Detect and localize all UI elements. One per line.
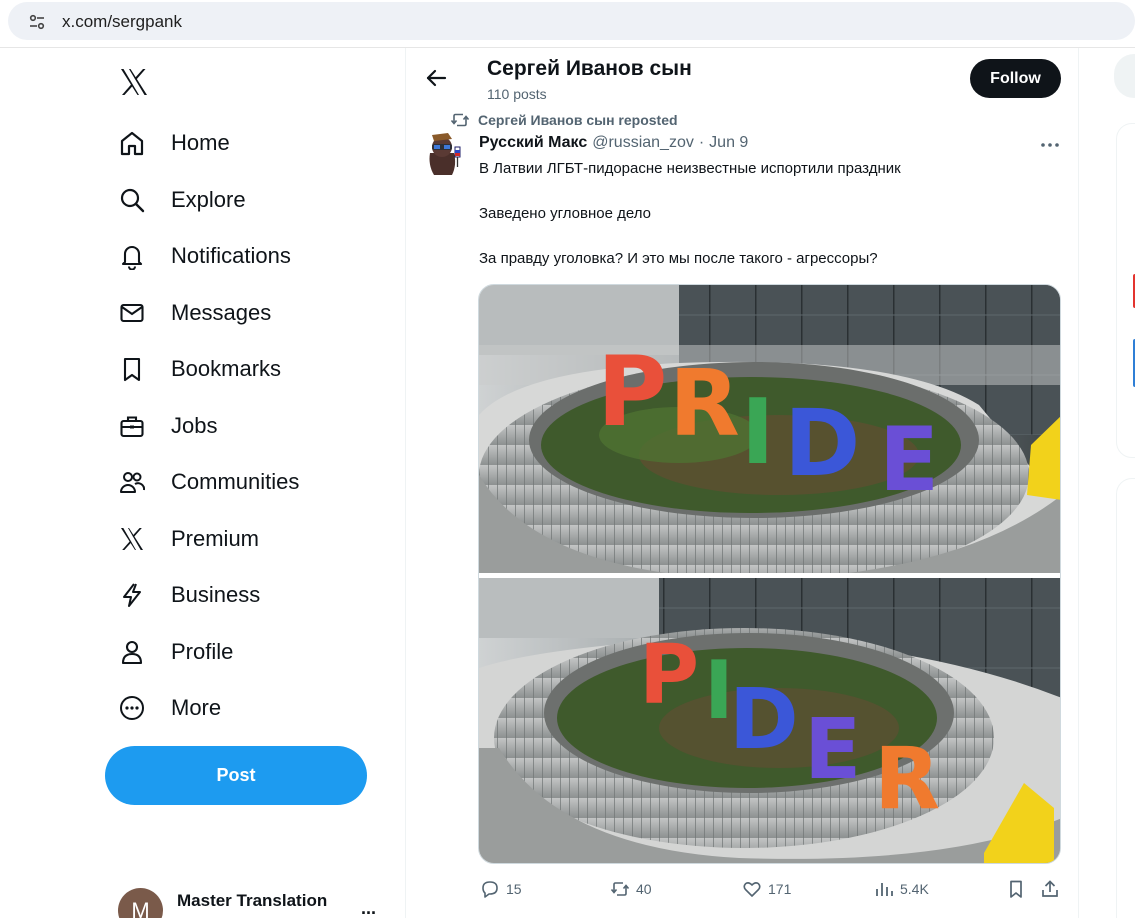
nav-jobs-label: Jobs xyxy=(171,413,218,438)
bookmark-icon xyxy=(123,357,141,382)
people-icon xyxy=(120,472,146,493)
photo-top: P R I D E xyxy=(479,285,1060,585)
media-letter: R xyxy=(874,729,940,829)
nav-profile[interactable]: Profile xyxy=(104,627,247,677)
x-logo-icon xyxy=(121,528,143,550)
nav-messages-label: Messages xyxy=(171,300,272,325)
nav-notifications-label: Notifications xyxy=(171,243,291,268)
media-letter: E xyxy=(804,700,861,798)
media-letter: P xyxy=(597,336,667,448)
tweet-date[interactable]: Jun 9 xyxy=(709,134,748,152)
bookmark-icon xyxy=(1010,880,1022,898)
media-letter: E xyxy=(879,408,939,511)
share-icon xyxy=(1042,880,1058,897)
browser-address-bar: x.com/sergpank xyxy=(0,0,1135,48)
media-letter: R xyxy=(669,350,740,457)
nav-more[interactable]: More xyxy=(104,683,235,733)
nav-communities-label: Communities xyxy=(171,469,300,494)
reply-count: 15 xyxy=(506,881,522,897)
media-letter: I xyxy=(741,380,775,485)
author-avatar[interactable] xyxy=(424,131,466,179)
url-text[interactable]: x.com/sergpank xyxy=(62,12,182,32)
avatar: M xyxy=(118,888,163,918)
post-count: 110 posts xyxy=(487,86,547,102)
repost-label: Сергей Иванов сын reposted xyxy=(478,112,678,128)
tweet-header: Русский Макс @russian_zov · Jun 9 xyxy=(479,134,748,156)
sidebar-card xyxy=(1116,123,1135,458)
nav-messages[interactable]: Messages xyxy=(104,288,285,338)
tweet-text-line: Заведено угловное дело xyxy=(479,205,651,222)
nav-business[interactable]: Business xyxy=(104,570,274,620)
bookmark-button[interactable] xyxy=(1006,876,1026,902)
column-divider xyxy=(405,48,406,918)
author-name[interactable]: Русский Макс xyxy=(479,134,587,152)
tweet-media-image[interactable]: P R I D E P I D E R xyxy=(478,284,1061,864)
repost-indicator[interactable]: Сергей Иванов сын reposted xyxy=(451,110,678,130)
tune-icon[interactable] xyxy=(28,13,46,31)
profile-header: Сергей Иванов сын 110 posts Follow xyxy=(406,48,1078,110)
media-letter: D xyxy=(729,670,799,768)
post-button[interactable]: Post xyxy=(105,746,367,805)
media-letter: D xyxy=(784,390,860,497)
bar-chart-icon xyxy=(876,883,893,896)
tweet-actions: 15 40 171 5.4K xyxy=(478,876,1063,902)
share-button[interactable] xyxy=(1040,876,1060,902)
author-handle[interactable]: @russian_zov xyxy=(592,134,694,152)
like-button[interactable]: 171 xyxy=(742,876,791,902)
more-horizontal-icon[interactable] xyxy=(1038,133,1062,157)
x-logo-icon[interactable] xyxy=(118,66,150,98)
sidebar-card xyxy=(1116,478,1135,918)
reply-icon xyxy=(482,881,498,898)
nav-profile-label: Profile xyxy=(171,639,234,664)
follow-button[interactable]: Follow xyxy=(970,59,1061,98)
search-icon xyxy=(120,188,145,213)
reply-button[interactable]: 15 xyxy=(480,876,522,902)
nav-explore[interactable]: Explore xyxy=(104,175,260,225)
nav-bookmarks-label: Bookmarks xyxy=(171,356,282,381)
nav-premium-label: Premium xyxy=(171,526,260,551)
media-letter: P xyxy=(639,628,699,723)
account-more-icon[interactable]: ... xyxy=(361,898,376,918)
nav-bookmarks[interactable]: Bookmarks xyxy=(104,344,295,394)
photo-bottom: P I D E R xyxy=(479,578,1060,863)
envelope-icon xyxy=(120,303,144,323)
tweet-text-line: За правду уголовка? И это мы после таког… xyxy=(479,250,878,267)
omnibox[interactable]: x.com/sergpank xyxy=(8,2,1135,40)
view-count: 5.4K xyxy=(900,881,929,897)
separator-dot: · xyxy=(698,134,705,151)
account-switcher[interactable]: M Master Translation ... xyxy=(118,886,388,918)
column-divider xyxy=(1078,48,1079,918)
back-arrow-icon[interactable] xyxy=(422,64,450,92)
nav-premium[interactable]: Premium xyxy=(104,514,273,564)
briefcase-icon xyxy=(120,416,144,438)
nav-business-label: Business xyxy=(171,582,261,607)
account-name: Master Translation xyxy=(177,891,328,910)
lightning-icon xyxy=(123,583,141,607)
repost-icon xyxy=(610,882,630,896)
home-icon xyxy=(120,131,144,156)
nav-home[interactable]: Home xyxy=(104,118,244,168)
nav-more-label: More xyxy=(171,695,222,720)
nav-jobs[interactable]: Jobs xyxy=(104,401,231,451)
views-button[interactable]: 5.4K xyxy=(874,876,929,902)
nav-explore-label: Explore xyxy=(171,187,246,212)
more-circle-icon xyxy=(120,696,144,720)
nav-communities[interactable]: Communities xyxy=(104,457,313,507)
nav-home-label: Home xyxy=(171,130,230,155)
repost-count: 40 xyxy=(636,881,652,897)
media-photo: P R I D E P I D E R xyxy=(479,285,1060,863)
heart-icon xyxy=(743,882,761,897)
page-title: Сергей Иванов сын xyxy=(487,57,692,80)
repost-icon xyxy=(451,113,469,127)
search-box[interactable] xyxy=(1114,54,1135,98)
nav-notifications[interactable]: Notifications xyxy=(104,231,305,281)
repost-button[interactable]: 40 xyxy=(610,876,652,902)
bell-icon xyxy=(121,245,143,270)
like-count: 171 xyxy=(768,881,792,897)
tweet-text-line: В Латвии ЛГБТ-пидорасне неизвестные испо… xyxy=(479,160,901,177)
person-icon xyxy=(121,640,143,665)
